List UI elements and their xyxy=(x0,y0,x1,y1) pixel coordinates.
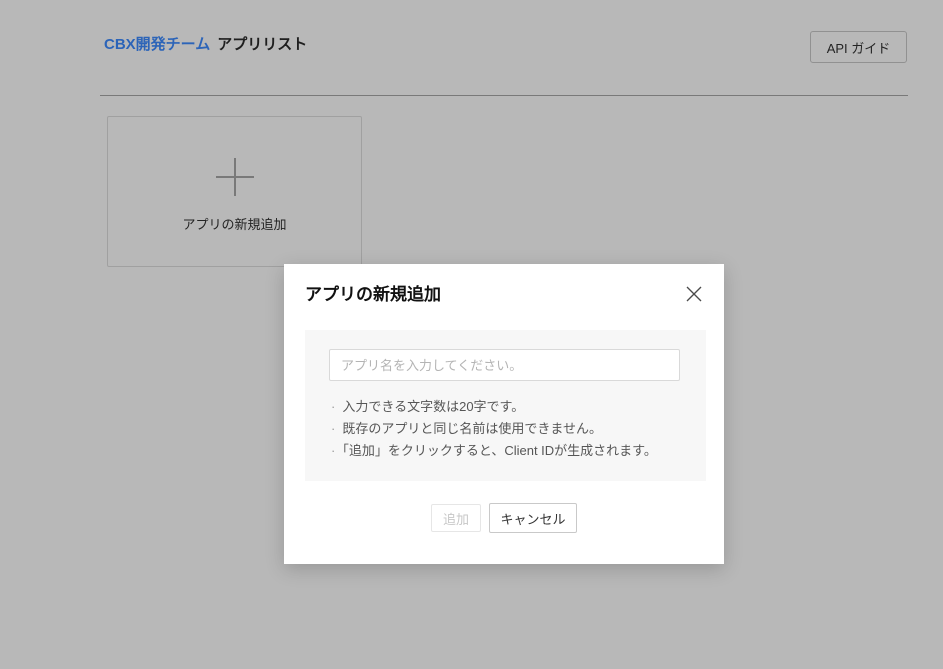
close-icon xyxy=(686,286,702,302)
close-button[interactable] xyxy=(685,285,703,303)
note-item: · 既存のアプリと同じ名前は使用できません。 xyxy=(329,418,682,440)
note-item: · 入力できる文字数は20字です。 xyxy=(329,396,682,418)
cancel-button[interactable]: キャンセル xyxy=(489,503,577,533)
app-name-input[interactable] xyxy=(329,349,680,381)
add-button[interactable]: 追加 xyxy=(431,504,481,532)
screen: CBX開発チーム アプリリスト API ガイド アプリの新規追加 アプリの新規追加… xyxy=(0,0,943,669)
note-text: 「追加」をクリックすると、Client IDが生成されます。 xyxy=(342,443,657,458)
note-item: · 「追加」をクリックすると、Client IDが生成されます。 xyxy=(329,440,682,462)
notes-list: · 入力できる文字数は20字です。 · 既存のアプリと同じ名前は使用できません。 ·… xyxy=(329,396,682,462)
bullet-icon: · xyxy=(331,443,336,458)
note-text: 既存のアプリと同じ名前は使用できません。 xyxy=(342,421,602,436)
modal-body-section: · 入力できる文字数は20字です。 · 既存のアプリと同じ名前は使用できません。 ·… xyxy=(305,330,706,481)
bullet-icon: · xyxy=(331,399,336,414)
modal-footer: 追加 キャンセル xyxy=(284,503,724,533)
modal-title: アプリの新規追加 xyxy=(305,285,441,304)
note-text: 入力できる文字数は20字です。 xyxy=(342,399,525,414)
bullet-icon: · xyxy=(331,421,336,436)
add-app-modal: アプリの新規追加 · 入力できる文字数は20字です。 · 既存のアプリと同じ名前は使… xyxy=(284,264,724,564)
